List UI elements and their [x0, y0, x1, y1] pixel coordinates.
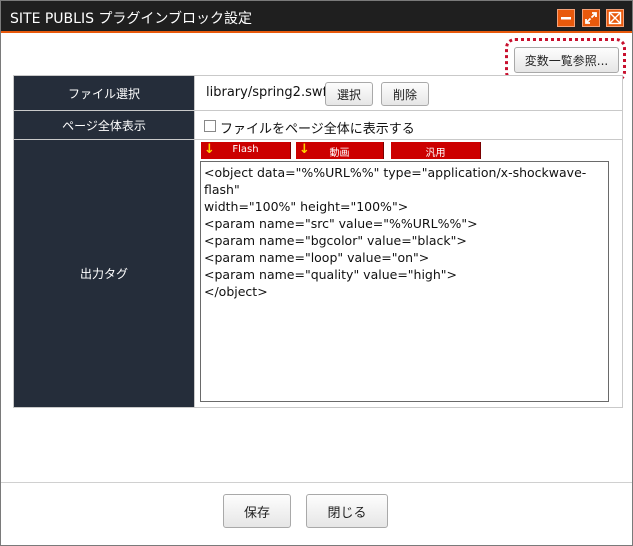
window-title: SITE PUBLIS プラグインブロック設定 [10, 11, 253, 27]
file-path-text: library/spring2.swf [206, 85, 328, 100]
template-label: 汎用 [425, 148, 446, 159]
full-page-row: ファイルをページ全体に表示する [195, 111, 622, 139]
template-label: Flash [232, 144, 259, 155]
flash-template-button[interactable]: ↓ Flash [201, 142, 291, 159]
file-select-row: library/spring2.swf 選択 削除 [195, 76, 622, 110]
full-page-checkbox[interactable] [204, 120, 216, 132]
minimize-button[interactable] [557, 9, 575, 27]
variables-list-button[interactable]: 変数一覧参照... [514, 47, 619, 73]
select-file-button[interactable]: 選択 [325, 82, 373, 106]
close-icon [608, 11, 622, 25]
full-page-label: ページ全体表示 [14, 111, 194, 139]
minimize-icon [561, 17, 571, 20]
file-select-label: ファイル選択 [14, 76, 194, 110]
footer-divider [1, 482, 632, 483]
maximize-icon [585, 12, 597, 24]
close-window-button[interactable] [606, 9, 624, 27]
template-label: 動画 [329, 148, 350, 159]
video-template-button[interactable]: ↓ 動画 [296, 142, 384, 159]
full-page-checkbox-label[interactable]: ファイルをページ全体に表示する [220, 118, 415, 137]
delete-file-button[interactable]: 削除 [381, 82, 429, 106]
generic-template-button[interactable]: 汎用 [391, 142, 481, 159]
output-tag-row: ↓ Flash ↓ 動画 汎用 <object data="%%URL%%" t… [195, 140, 622, 407]
maximize-button[interactable] [582, 9, 600, 27]
output-tag-label: 出力タグ [14, 140, 194, 407]
save-button[interactable]: 保存 [223, 494, 291, 528]
settings-form: ファイル選択 library/spring2.swf 選択 削除 ページ全体表示… [13, 75, 623, 408]
close-button[interactable]: 閉じる [306, 494, 388, 528]
title-bar[interactable]: SITE PUBLIS プラグインブロック設定 [1, 1, 632, 33]
plugin-block-settings-dialog: SITE PUBLIS プラグインブロック設定 変数一覧参照... ファイル選択… [0, 0, 633, 546]
output-tag-textarea[interactable]: <object data="%%URL%%" type="application… [200, 161, 609, 402]
